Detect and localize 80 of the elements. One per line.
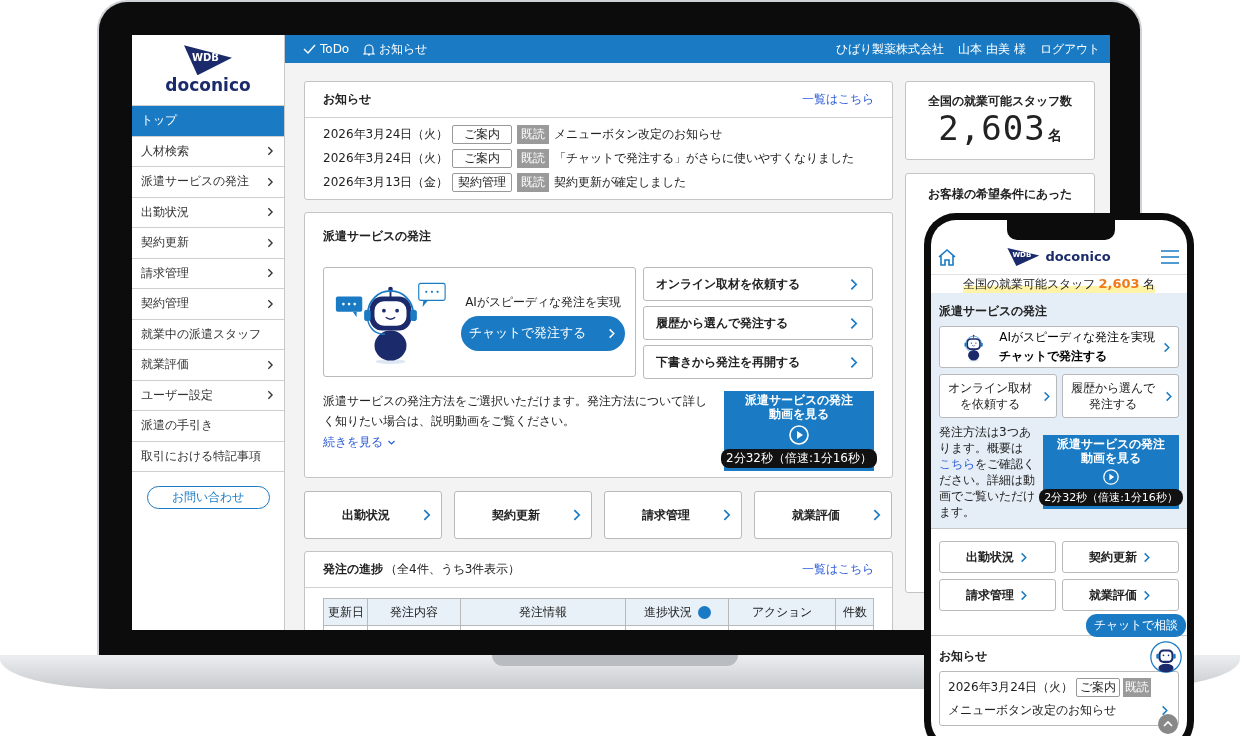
staff-count-label: 全国の就業可能スタッフ数: [928, 93, 1072, 111]
notice-title[interactable]: 「チャットで発注する」がさらに使いやすくなりました: [554, 150, 854, 167]
table-header-cell: 進捗状況: [626, 599, 729, 626]
order-option-button[interactable]: 下書きから発注を再開する: [643, 345, 873, 379]
help-icon[interactable]: [697, 605, 711, 619]
notice-tag: 契約管理: [452, 173, 512, 192]
view-all-link[interactable]: 一覧はこちら: [802, 91, 874, 108]
notice-title: メニューボタン改定のお知らせ: [948, 702, 1116, 719]
scroll-top-button[interactable]: [1158, 714, 1178, 734]
logo-wordmark: doconico: [1045, 249, 1111, 265]
play-icon: [1103, 469, 1119, 486]
here-link[interactable]: こちら: [939, 457, 975, 471]
bell-icon: [363, 42, 376, 56]
company-name: ひばり製薬株式会社: [836, 40, 945, 58]
table-header-cell: 更新日: [324, 599, 368, 626]
staff-count-unit: 名: [1047, 127, 1062, 146]
logout-link[interactable]: ログアウト: [1040, 40, 1100, 58]
notice-title[interactable]: 契約更新が確定しました: [554, 174, 686, 191]
video-button[interactable]: 派遣サービスの発注 動画を見る 2分32秒（倍速:1分16秒）: [724, 391, 874, 471]
card-title: お知らせ: [323, 91, 371, 108]
card-title: 発注の進捗: [323, 561, 383, 578]
order-option-button[interactable]: オンライン取材を依頼する: [939, 374, 1057, 418]
proposal-title: お客様の希望条件にあった: [928, 186, 1072, 203]
quick-link-button[interactable]: 出勤状況: [304, 491, 442, 539]
table-header-cell: 発注情報: [461, 599, 626, 626]
quick-link-button[interactable]: 出勤状況: [939, 541, 1056, 573]
staff-count-number: 2,603: [938, 110, 1046, 148]
staff-count-label: 全国の就業可能スタッフ: [963, 275, 1096, 293]
view-all-link[interactable]: 一覧はこちら: [802, 561, 874, 578]
quick-link-button[interactable]: 就業評価: [1062, 579, 1179, 611]
play-icon: [789, 425, 809, 446]
contact-button[interactable]: お問い合わせ: [146, 486, 270, 509]
order-option-button[interactable]: オンライン取材を依頼する: [643, 267, 873, 301]
order-description: 発注方法は3つあります。概要は こちら をご確認ください。詳細は動画でご覧いただけます。: [939, 424, 1036, 520]
sidebar-item[interactable]: トップ: [132, 106, 284, 137]
section-title: お知らせ: [939, 648, 987, 665]
notice-tag: ご案内: [1076, 678, 1121, 697]
staff-count-unit: 名: [1142, 275, 1155, 293]
notice-date: 2026年3月13日（金）: [323, 174, 447, 191]
logo-badge: WDB: [184, 45, 232, 76]
top-bar-link[interactable]: お知らせ: [363, 40, 428, 58]
staff-count-number: 2,603: [1098, 275, 1140, 291]
quick-link-button[interactable]: 請求管理: [604, 491, 742, 539]
order-description: 派遣サービスの発注方法をご選択いただけます。発注方法について詳しく知りたい場合は、説明動画をご覧ください。: [323, 393, 708, 430]
section-title: 派遣サービスの発注: [939, 303, 1048, 320]
quick-link-button[interactable]: 契約更新: [1062, 541, 1179, 573]
notice-date: 2026年3月24日（火）: [323, 150, 447, 167]
chat-order-button[interactable]: チャットで発注する: [461, 315, 625, 351]
table-header-cell: アクション: [729, 599, 836, 626]
home-icon[interactable]: [937, 247, 957, 267]
chevron-down-icon: [387, 438, 396, 447]
chevron-up-icon: [1163, 720, 1173, 728]
notice-date: 2026年3月24日（火）: [948, 679, 1074, 696]
notice-tag: ご案内: [452, 149, 512, 168]
table-header-cell: 発注内容: [368, 599, 461, 626]
menu-icon[interactable]: [1161, 250, 1179, 264]
chat-order-button[interactable]: AIがスピーディな発注を実現 チャットで発注する: [939, 326, 1179, 368]
promo-caption: AIがスピーディな発注を実現: [465, 293, 621, 311]
robot-avatar-icon[interactable]: [1150, 641, 1182, 673]
logo-wordmark: doconico: [165, 76, 251, 95]
notice-tag: ご案内: [452, 125, 512, 144]
quick-link-button[interactable]: 請求管理: [939, 579, 1056, 611]
order-option-button[interactable]: 履歴から選んで発注する: [643, 306, 873, 340]
chat-consult-bubble[interactable]: チャットで相談: [1086, 614, 1186, 637]
quick-link-button[interactable]: 就業評価: [754, 491, 892, 539]
card-title: 派遣サービスの発注: [323, 229, 431, 243]
read-badge: 既読: [517, 173, 549, 192]
progress-count: （全4件、うち3件表示）: [385, 561, 521, 578]
notice-title[interactable]: メニューボタン改定のお知らせ: [554, 126, 722, 143]
read-badge: 既読: [517, 125, 549, 144]
top-bar-link[interactable]: ToDo: [303, 42, 350, 56]
user-name: 山本 由美 様: [958, 40, 1026, 58]
check-icon: [303, 43, 316, 55]
read-badge: 既読: [517, 149, 549, 168]
notice-date: 2026年3月24日（火）: [323, 126, 447, 143]
order-option-button[interactable]: 履歴から選んで発注する: [1061, 374, 1179, 418]
table-header-cell: 件数: [836, 599, 874, 626]
read-more-link[interactable]: 続きを見る: [323, 434, 396, 451]
quick-link-button[interactable]: 契約更新: [454, 491, 592, 539]
read-badge: 既読: [1123, 678, 1152, 697]
